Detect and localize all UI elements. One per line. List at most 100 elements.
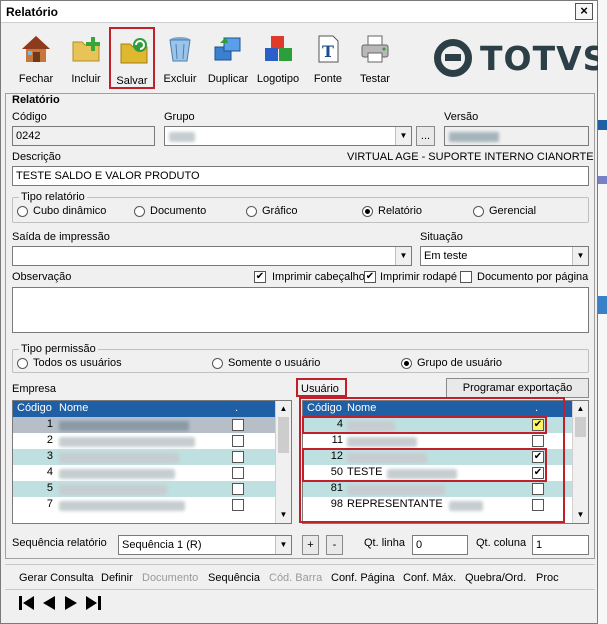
chevron-down-icon[interactable]: ▼ xyxy=(572,247,588,265)
menu-cod-barra: Cód. Barra xyxy=(269,572,323,584)
documento-por-pagina-checkbox[interactable] xyxy=(460,271,472,283)
empresa-scrollbar[interactable]: ▲ ▼ xyxy=(275,401,291,523)
table-row[interactable]: 7 xyxy=(13,497,275,513)
radio-cubo-dinamico[interactable] xyxy=(17,206,28,217)
descricao-label: Descrição xyxy=(12,151,61,163)
menu-sequencia[interactable]: Sequência xyxy=(208,572,260,584)
fechar-button[interactable]: Fechar xyxy=(13,27,59,89)
radio-relatorio[interactable] xyxy=(362,206,373,217)
radio-todos-usuarios[interactable] xyxy=(17,358,28,369)
menu-gerar-consulta[interactable]: Gerar Consulta xyxy=(19,572,94,584)
scroll-up-icon[interactable]: ▲ xyxy=(276,401,291,416)
scroll-down-icon[interactable]: ▼ xyxy=(573,507,588,522)
qt-linha-field[interactable]: 0 xyxy=(412,535,468,555)
table-row[interactable]: 1 xyxy=(13,417,275,433)
codigo-field[interactable]: 0242 xyxy=(12,126,155,146)
save-folder-icon xyxy=(120,38,148,64)
sequencia-value: Sequência 1 (R) xyxy=(122,539,202,551)
first-record-icon[interactable] xyxy=(17,594,37,612)
imprimir-cabecalho-checkbox[interactable]: ✔ xyxy=(254,271,266,283)
fonte-label: Fonte xyxy=(313,73,343,85)
excluir-button[interactable]: Excluir xyxy=(157,27,203,89)
next-record-icon[interactable] xyxy=(61,594,81,612)
font-icon: T xyxy=(318,35,339,63)
scroll-thumb[interactable] xyxy=(278,417,289,453)
empresa-row-checkbox[interactable] xyxy=(232,499,244,511)
observacao-label: Observação xyxy=(12,271,72,283)
empresa-grid-header: Código Nome . xyxy=(13,401,275,417)
incluir-button[interactable]: Incluir xyxy=(63,27,109,89)
fonte-button[interactable]: T Fonte xyxy=(305,27,351,89)
table-row[interactable]: 5 xyxy=(13,481,275,497)
add-folder-icon xyxy=(72,37,100,62)
logotipo-button[interactable]: Logotipo xyxy=(255,27,301,89)
duplicar-button[interactable]: Duplicar xyxy=(205,27,251,89)
menu-definir[interactable]: Definir xyxy=(101,572,133,584)
grupo-browse-button[interactable]: ... xyxy=(416,126,435,146)
svg-text:T: T xyxy=(322,42,334,61)
programar-exportacao-button[interactable]: Programar exportação xyxy=(446,378,589,398)
empresa-info-text: VIRTUAL AGE - SUPORTE INTERNO CIANORTE xyxy=(347,151,594,163)
usuario-scrollbar[interactable]: ▲ ▼ xyxy=(572,401,588,523)
table-row[interactable]: 2 xyxy=(13,433,275,449)
empresa-row-checkbox[interactable] xyxy=(232,467,244,479)
totvs-logo-text: TOTVS xyxy=(480,39,607,78)
printer-icon xyxy=(361,35,389,63)
descricao-field[interactable]: TESTE SALDO E VALOR PRODUTO xyxy=(12,166,589,186)
testar-label: Testar xyxy=(360,73,390,85)
close-button[interactable]: × xyxy=(575,3,593,20)
usuario-row-4-highlight xyxy=(302,416,547,434)
documento-por-pagina-label: Documento por página xyxy=(477,271,589,283)
grupo-usuario-label: Grupo de usuário xyxy=(417,357,502,369)
menu-quebra-ord[interactable]: Quebra/Ord. xyxy=(465,572,526,584)
menu-conf-pagina[interactable]: Conf. Página xyxy=(331,572,395,584)
menu-proc[interactable]: Proc xyxy=(536,572,559,584)
last-record-icon[interactable] xyxy=(83,594,103,612)
table-row[interactable]: 4 xyxy=(13,465,275,481)
empresa-col-nome: Nome xyxy=(59,402,89,414)
radio-grafico[interactable] xyxy=(246,206,257,217)
remove-sequence-button[interactable]: - xyxy=(326,535,343,555)
salvar-button[interactable]: Salvar xyxy=(109,27,155,89)
add-sequence-button[interactable]: + xyxy=(302,535,319,555)
chevron-down-icon[interactable]: ▼ xyxy=(395,127,411,145)
duplicate-icon xyxy=(214,37,241,61)
scroll-down-icon[interactable]: ▼ xyxy=(276,507,291,522)
radio-documento[interactable] xyxy=(134,206,145,217)
radio-grupo-usuario[interactable] xyxy=(401,358,412,369)
sequencia-select[interactable]: Sequência 1 (R) ▼ xyxy=(118,535,292,555)
radio-gerencial[interactable] xyxy=(473,206,484,217)
radio-somente-usuario[interactable] xyxy=(212,358,223,369)
toolbar: Fechar Incluir Salvar Excluir Duplicar L… xyxy=(7,27,407,91)
grafico-label: Gráfico xyxy=(262,205,298,217)
tipo-relatorio-group: Tipo relatório Cubo dinâmico Documento G… xyxy=(12,191,589,223)
scroll-thumb[interactable] xyxy=(575,417,586,437)
situacao-select[interactable]: Em teste ▼ xyxy=(420,246,589,266)
saida-select[interactable]: ▼ xyxy=(12,246,412,266)
salvar-label: Salvar xyxy=(116,75,148,87)
qt-coluna-field[interactable]: 1 xyxy=(532,535,589,555)
empresa-row-checkbox[interactable] xyxy=(232,435,244,447)
empresa-row-checkbox[interactable] xyxy=(232,483,244,495)
grupo-select[interactable]: ▼ xyxy=(164,126,412,146)
observacao-textarea[interactable] xyxy=(12,287,589,333)
scroll-up-icon[interactable]: ▲ xyxy=(573,401,588,416)
empresa-row-checkbox[interactable] xyxy=(232,419,244,431)
grupo-label: Grupo xyxy=(164,111,195,123)
situacao-value: Em teste xyxy=(424,250,468,262)
testar-button[interactable]: Testar xyxy=(352,27,398,89)
versao-field[interactable] xyxy=(444,126,589,146)
empresa-col-codigo: Código xyxy=(17,402,52,414)
fechar-label: Fechar xyxy=(18,73,54,85)
imprimir-rodape-checkbox[interactable]: ✔ xyxy=(364,271,376,283)
empresa-row-checkbox[interactable] xyxy=(232,451,244,463)
menu-conf-max[interactable]: Conf. Máx. xyxy=(403,572,456,584)
incluir-label: Incluir xyxy=(71,73,101,85)
prev-record-icon[interactable] xyxy=(39,594,59,612)
table-row[interactable]: 3 xyxy=(13,449,275,465)
chevron-down-icon[interactable]: ▼ xyxy=(275,536,291,554)
chevron-down-icon[interactable]: ▼ xyxy=(395,247,411,265)
window-title: Relatório xyxy=(6,5,59,19)
house-icon xyxy=(22,36,50,62)
excluir-label: Excluir xyxy=(163,73,197,85)
